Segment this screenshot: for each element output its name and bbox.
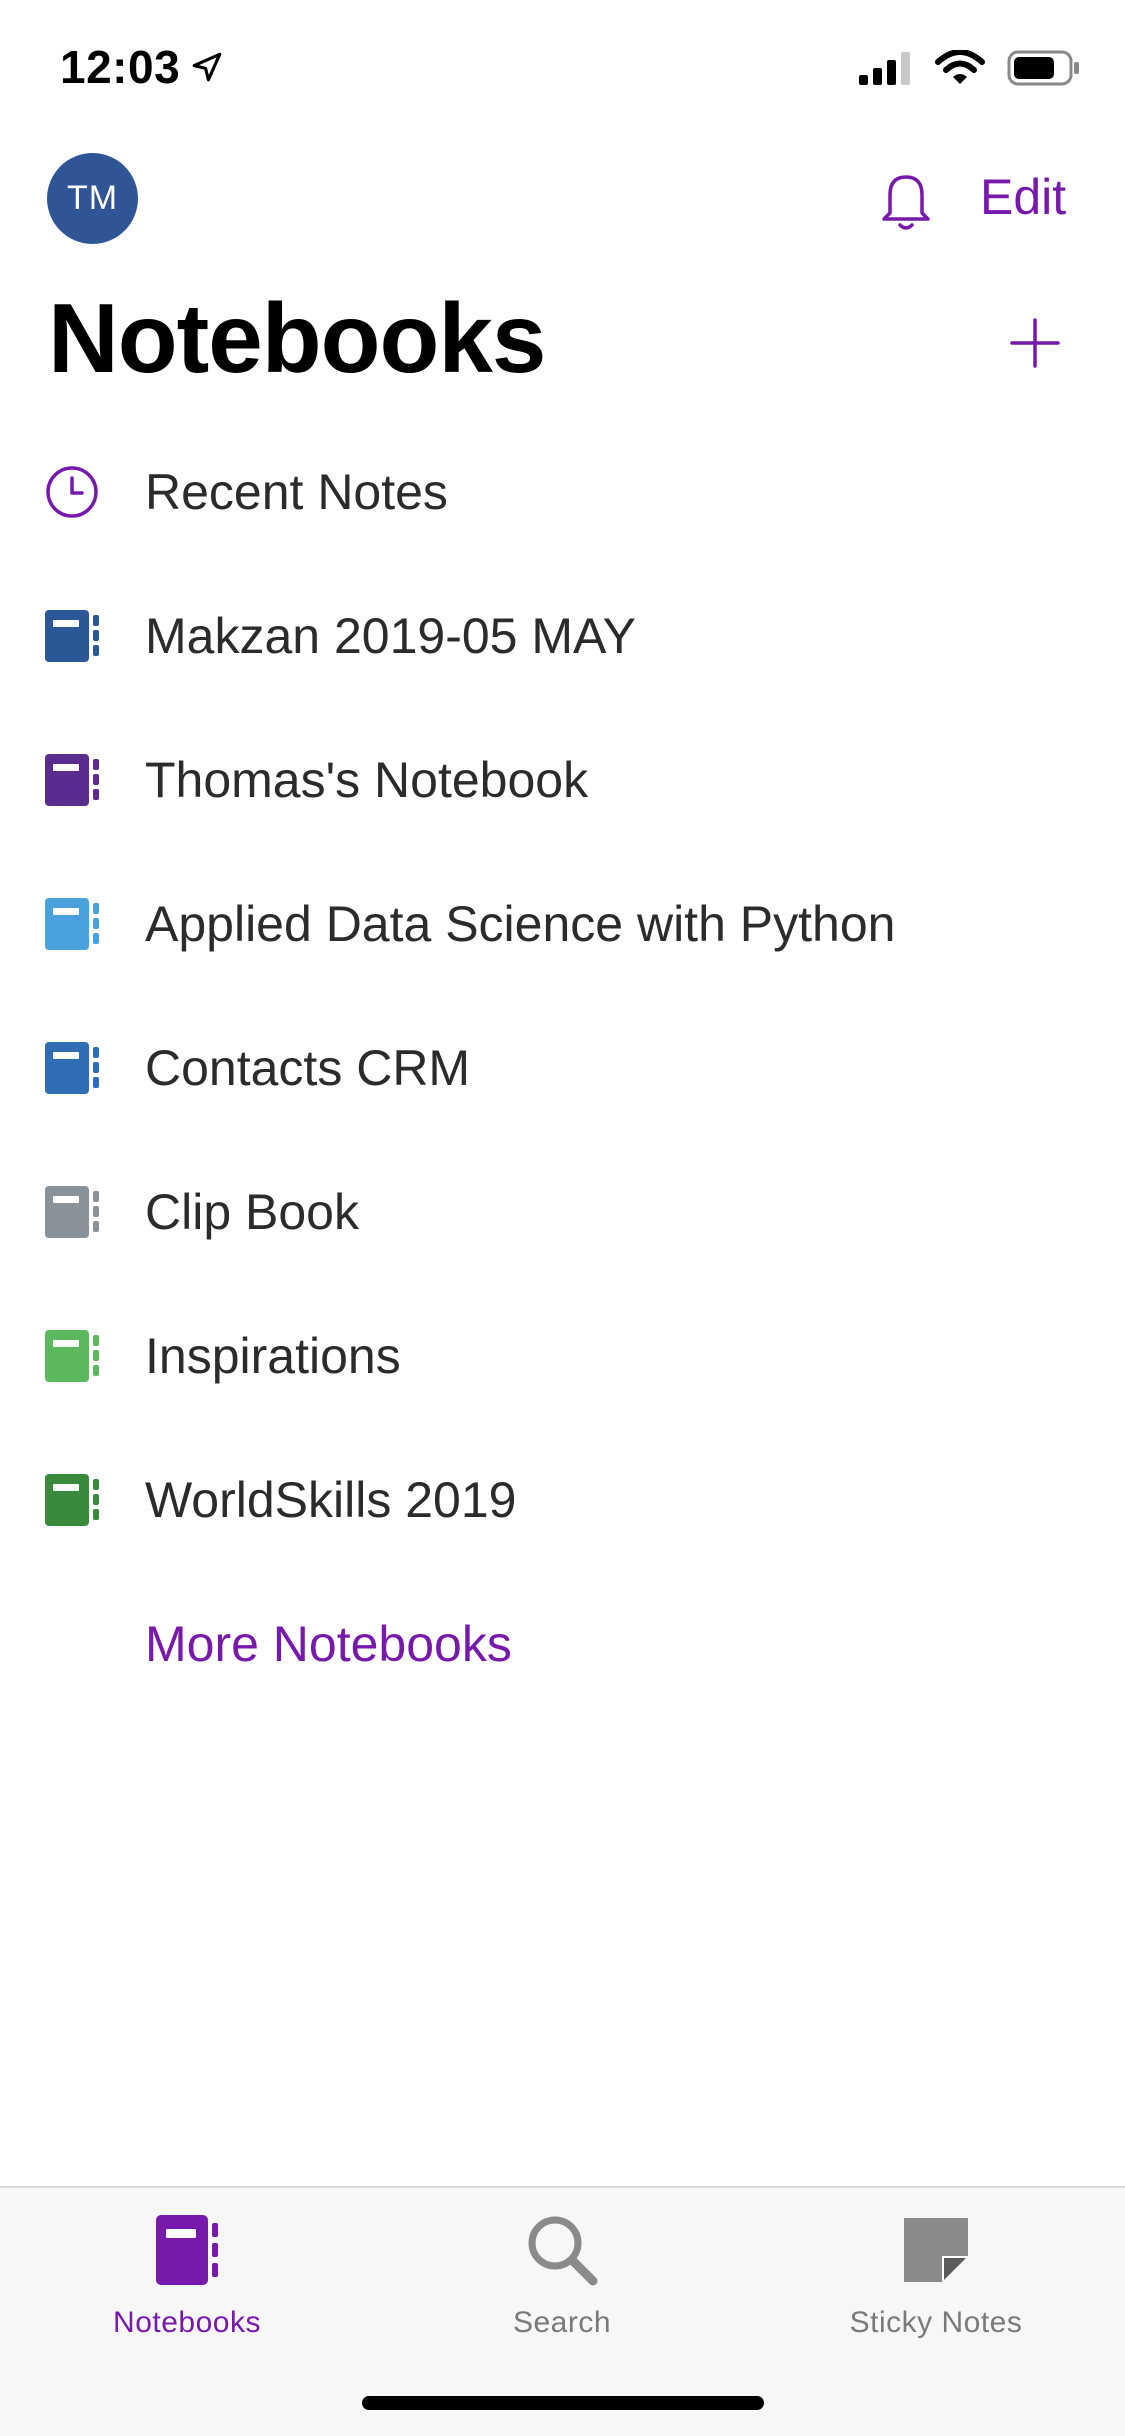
search-icon [522,2210,602,2290]
notebook-icon [44,1040,100,1096]
list-item-label: Clip Book [145,1184,359,1240]
list-item-notebook[interactable]: Inspirations [0,1284,1125,1428]
location-arrow-icon [192,52,222,82]
cellular-signal-icon [859,52,910,85]
more-notebooks-row: More Notebooks [0,1572,1125,1716]
add-notebook-button[interactable] [1010,318,1060,368]
page-title: Notebooks [48,283,546,393]
status-time: 12:03 [60,41,181,93]
clock-icon [44,464,100,520]
list-item-label: WorldSkills 2019 [145,1472,517,1528]
sticky-note-icon [896,2210,976,2290]
list-item-notebook[interactable]: Makzan 2019-05 MAY [0,564,1125,708]
tab-label: Search [512,2306,612,2339]
edit-button[interactable]: Edit [980,168,1066,226]
list-item-label: Inspirations [145,1328,401,1384]
notebook-icon [44,896,100,952]
notebook-icon [147,2210,227,2290]
notebook-icon [44,1184,100,1240]
wifi-icon [935,50,985,84]
list-item-recent-notes[interactable]: Recent Notes [0,420,1125,564]
bell-icon [882,175,930,230]
list-item-label: Contacts CRM [145,1040,471,1096]
tab-sticky-notes[interactable]: Sticky Notes [786,2210,1086,2340]
tab-search[interactable]: Search [412,2210,712,2340]
list-item-label: Makzan 2019-05 MAY [145,608,636,664]
notebook-list: Recent Notes Makzan 2019-05 MAY Thomas's… [0,420,1125,1716]
list-item-label: Thomas's Notebook [145,752,589,808]
tab-notebooks[interactable]: Notebooks [37,2210,337,2340]
notebook-icon [44,752,100,808]
list-item-label: Applied Data Science with Python [145,896,896,952]
more-notebooks-link[interactable]: More Notebooks [145,1615,512,1673]
battery-icon [1007,50,1079,86]
avatar-initials: TM [66,179,119,217]
list-item-label: Recent Notes [145,464,448,520]
tab-label: Sticky Notes [849,2306,1023,2339]
list-item-notebook[interactable]: Applied Data Science with Python [0,852,1125,996]
list-item-notebook[interactable]: WorldSkills 2019 [0,1428,1125,1572]
notebook-icon [44,608,100,664]
status-bar: 12:03 [0,0,1125,132]
tab-label: Notebooks [113,2306,261,2339]
list-item-notebook[interactable]: Thomas's Notebook [0,708,1125,852]
list-item-notebook[interactable]: Clip Book [0,1140,1125,1284]
notifications-button[interactable] [876,165,936,235]
avatar[interactable]: TM [47,153,138,244]
list-item-notebook[interactable]: Contacts CRM [0,996,1125,1140]
notebook-icon [44,1472,100,1528]
plus-icon [1010,318,1060,368]
home-indicator[interactable] [362,2396,764,2410]
notebook-icon [44,1328,100,1384]
